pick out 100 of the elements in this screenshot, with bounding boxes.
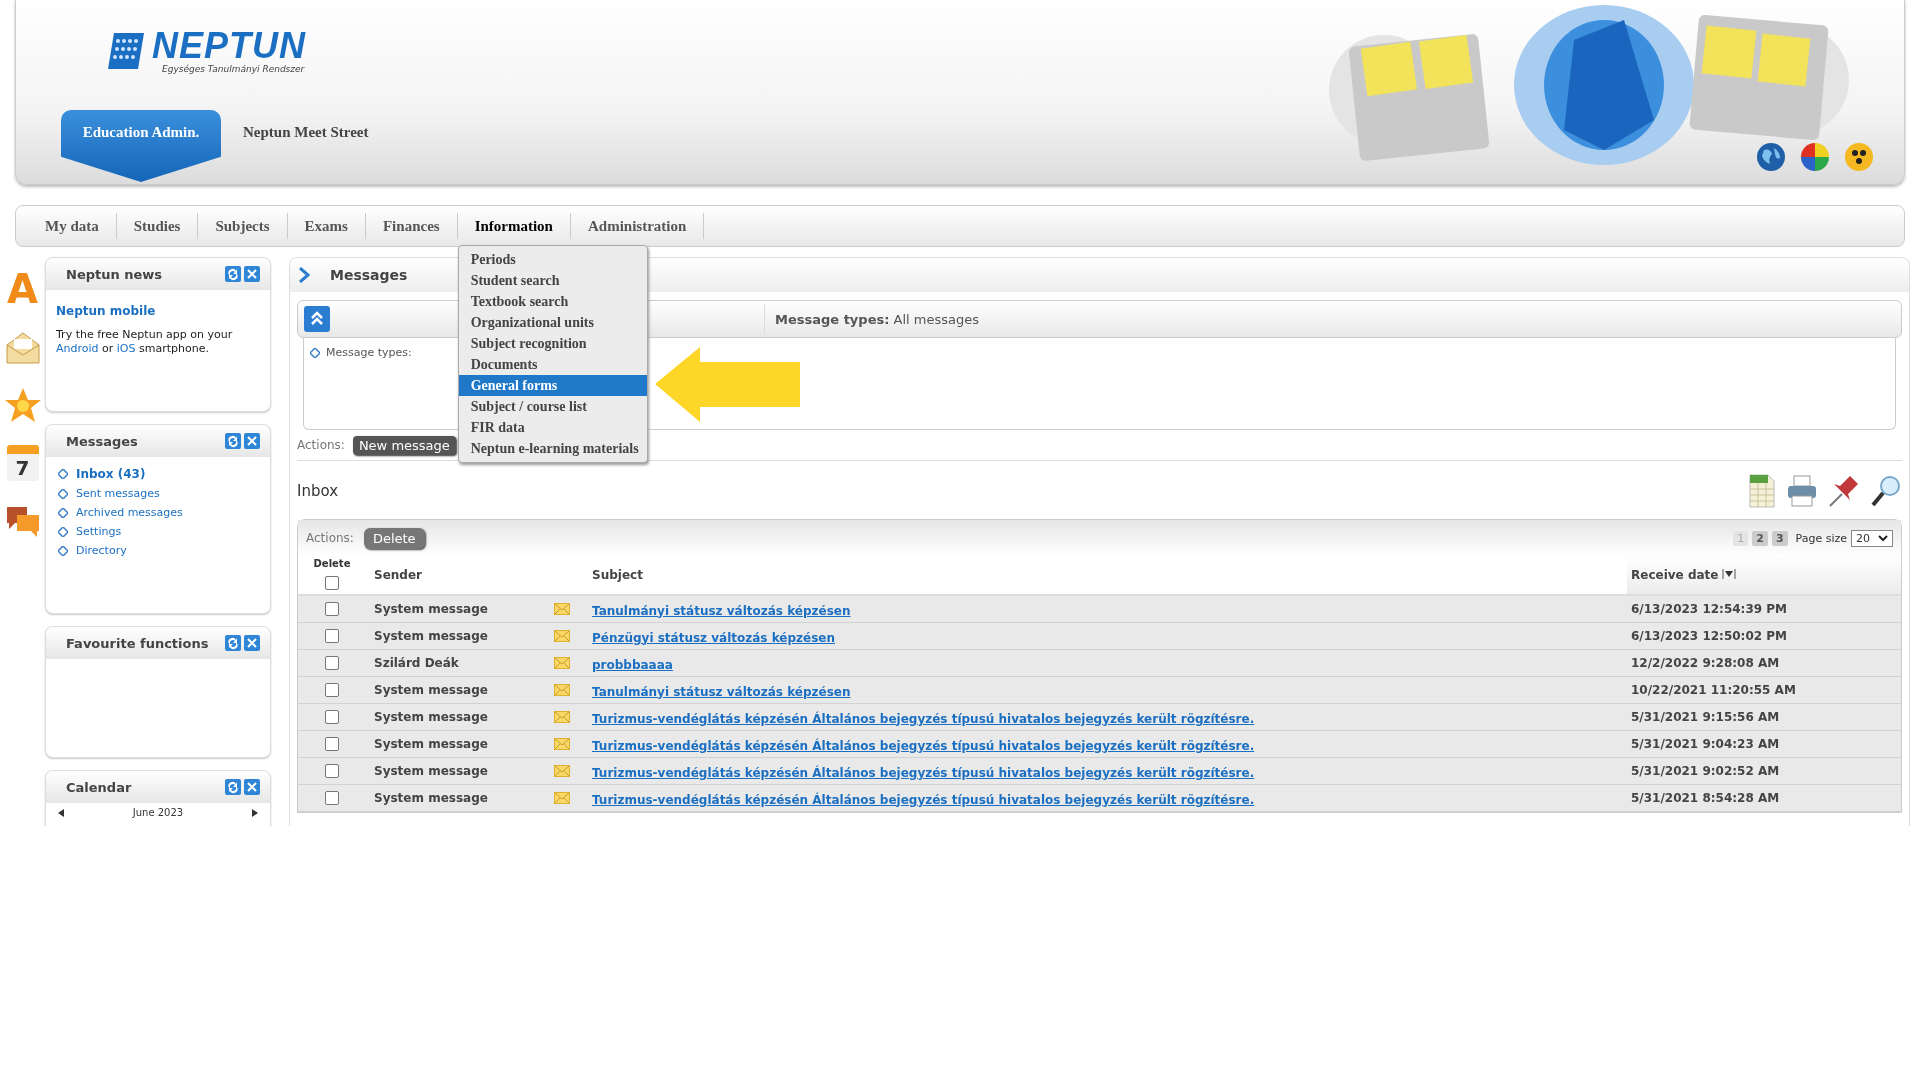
menu-item[interactable]: General forms xyxy=(458,375,647,396)
refresh-icon[interactable] xyxy=(225,779,241,795)
message-link[interactable]: Pénzügyi státusz változás képzésen xyxy=(592,630,836,645)
store-link[interactable]: Android xyxy=(56,342,99,355)
previous-icon[interactable] xyxy=(58,808,64,817)
envelope-icon[interactable] xyxy=(4,331,41,365)
table-cell-text: System message xyxy=(373,710,489,724)
page-button[interactable]: 2 xyxy=(1752,530,1768,546)
diamond-icon xyxy=(58,488,68,499)
table-cell-text: System message xyxy=(373,683,489,697)
sidebar-item[interactable]: Sent messages xyxy=(76,487,160,500)
table-cell-text: 6/13/2023 12:54:39 PM xyxy=(1630,602,1788,616)
column-header[interactable]: Subject xyxy=(584,568,1627,582)
table-cell-text: System message xyxy=(373,764,489,778)
sort-icon[interactable] xyxy=(1722,569,1737,581)
close-icon[interactable] xyxy=(244,779,260,795)
message-link[interactable]: probbbaaaa xyxy=(592,657,673,672)
page-button[interactable]: 3 xyxy=(1771,530,1788,546)
store-link[interactable]: iOS xyxy=(116,342,136,355)
table-cell-text: 5/31/2021 9:15:56 AM xyxy=(1630,710,1781,724)
filter-summary: Message types: All messages xyxy=(774,311,979,327)
delete-button[interactable]: Delete xyxy=(363,527,425,549)
message-link[interactable]: Turizmus-vendéglátás képzésén Általános bejegyzés típusú hivatalos bejegyzés került rögzítésre. xyxy=(592,765,1255,780)
message-link[interactable]: Tanulmányi státusz változás képzésen xyxy=(592,603,851,618)
page-size-label: Page size xyxy=(1795,531,1847,545)
close-icon[interactable] xyxy=(244,433,260,449)
checkbox[interactable] xyxy=(325,737,339,751)
menu-tab[interactable]: Exams xyxy=(287,213,366,239)
caret-icon[interactable] xyxy=(1878,534,1888,542)
close-icon[interactable] xyxy=(244,635,260,651)
panel-title: Messages xyxy=(66,433,139,449)
message-link[interactable]: Turizmus-vendéglátás képzésén Általános bejegyzés típusú hivatalos bejegyzés került rögzítésre. xyxy=(592,792,1255,807)
menu-tab[interactable]: Subjects xyxy=(198,213,288,239)
sidebar-item[interactable]: Settings xyxy=(76,525,122,538)
table-cell-text: Szilárd Deák xyxy=(373,656,460,670)
table-cell-text: System message xyxy=(373,791,489,805)
filter-label: Message types: xyxy=(326,346,412,359)
menu-tab[interactable]: My data xyxy=(28,213,117,239)
menu-item[interactable]: Subject recognition xyxy=(458,333,647,354)
checkbox[interactable] xyxy=(325,764,339,778)
checkbox[interactable] xyxy=(325,629,339,643)
collapse-icon[interactable] xyxy=(304,306,330,332)
pin-icon[interactable] xyxy=(1828,474,1860,508)
column-header[interactable]: Sender xyxy=(366,568,554,582)
globe-icon[interactable] xyxy=(1756,142,1786,172)
menu-tab[interactable]: Administration xyxy=(570,213,705,239)
checkbox[interactable] xyxy=(325,656,339,670)
checkbox[interactable] xyxy=(325,576,339,590)
menu-item[interactable]: Subject / course list xyxy=(458,396,647,417)
news-text: or xyxy=(101,342,115,355)
table-cell-text: 5/31/2021 9:04:23 AM xyxy=(1630,737,1781,751)
menu-tab[interactable]: Studies xyxy=(116,213,199,239)
next-icon[interactable] xyxy=(252,808,258,817)
table-cell-text: 5/31/2021 9:02:52 AM xyxy=(1630,764,1781,778)
message-link[interactable]: Turizmus-vendéglátás képzésén Általános bejegyzés típusú hivatalos bejegyzés került rögzítésre. xyxy=(592,738,1255,753)
news-headline[interactable]: Neptun mobile xyxy=(56,304,260,318)
spreadsheet-icon[interactable] xyxy=(1748,473,1776,509)
calendar-icon[interactable]: 7 xyxy=(6,445,39,481)
menu-item[interactable]: Student search xyxy=(458,270,647,291)
diamond-icon xyxy=(58,545,68,556)
menu-item[interactable]: Textbook search xyxy=(458,291,647,312)
checkbox[interactable] xyxy=(325,791,339,805)
table-cell-text: System message xyxy=(373,737,489,751)
menu-tab[interactable]: Finances xyxy=(365,213,458,239)
close-icon[interactable] xyxy=(244,266,260,282)
message-link[interactable]: Tanulmányi státusz változás képzésen xyxy=(592,684,851,699)
checkbox[interactable] xyxy=(325,710,339,724)
diamond-icon xyxy=(58,526,68,537)
menu-item[interactable]: Documents xyxy=(458,354,647,375)
news-text: Try the free Neptun app on your xyxy=(56,328,233,341)
actions-label: Actions: xyxy=(306,531,354,545)
accessibility-icon[interactable] xyxy=(1844,142,1874,172)
menu-item[interactable]: Neptun e-learning materials xyxy=(458,438,647,459)
page-size-select[interactable]: 20 xyxy=(1851,529,1893,547)
refresh-icon[interactable] xyxy=(225,266,241,282)
menu-item[interactable]: Organizational units xyxy=(458,312,647,333)
search-icon[interactable] xyxy=(1870,474,1902,508)
color-wheel-icon[interactable] xyxy=(1800,142,1830,172)
page-title: Messages xyxy=(330,267,408,283)
checkbox[interactable] xyxy=(325,683,339,697)
refresh-icon[interactable] xyxy=(225,635,241,651)
star-icon[interactable] xyxy=(3,387,42,423)
chevron-icon xyxy=(298,267,310,283)
table-cell-text: System message xyxy=(373,629,489,643)
menu-item[interactable]: FIR data xyxy=(458,417,647,438)
sidebar-item[interactable]: Inbox (43) xyxy=(76,467,146,481)
diamond-icon xyxy=(58,469,68,479)
role-tab[interactable]: Education Admin. xyxy=(61,110,221,182)
column-header[interactable]: Receive date xyxy=(1631,568,1719,582)
sidebar-item[interactable]: Directory xyxy=(76,544,127,557)
sidebar-item[interactable]: Archived messages xyxy=(76,506,183,519)
refresh-icon[interactable] xyxy=(225,433,241,449)
message-link[interactable]: Turizmus-vendéglátás képzésén Általános bejegyzés típusú hivatalos bejegyzés került rögzítésre. xyxy=(592,711,1255,726)
table-cell-text: 12/2/2022 9:28:08 AM xyxy=(1630,656,1781,670)
menu-item[interactable]: Periods xyxy=(458,249,647,270)
new-message-button[interactable]: New message xyxy=(352,435,456,455)
menu-tab[interactable]: Information xyxy=(457,213,571,239)
checkbox[interactable] xyxy=(325,602,339,616)
envelope-icon xyxy=(554,630,570,642)
printer-icon[interactable] xyxy=(1786,474,1818,508)
